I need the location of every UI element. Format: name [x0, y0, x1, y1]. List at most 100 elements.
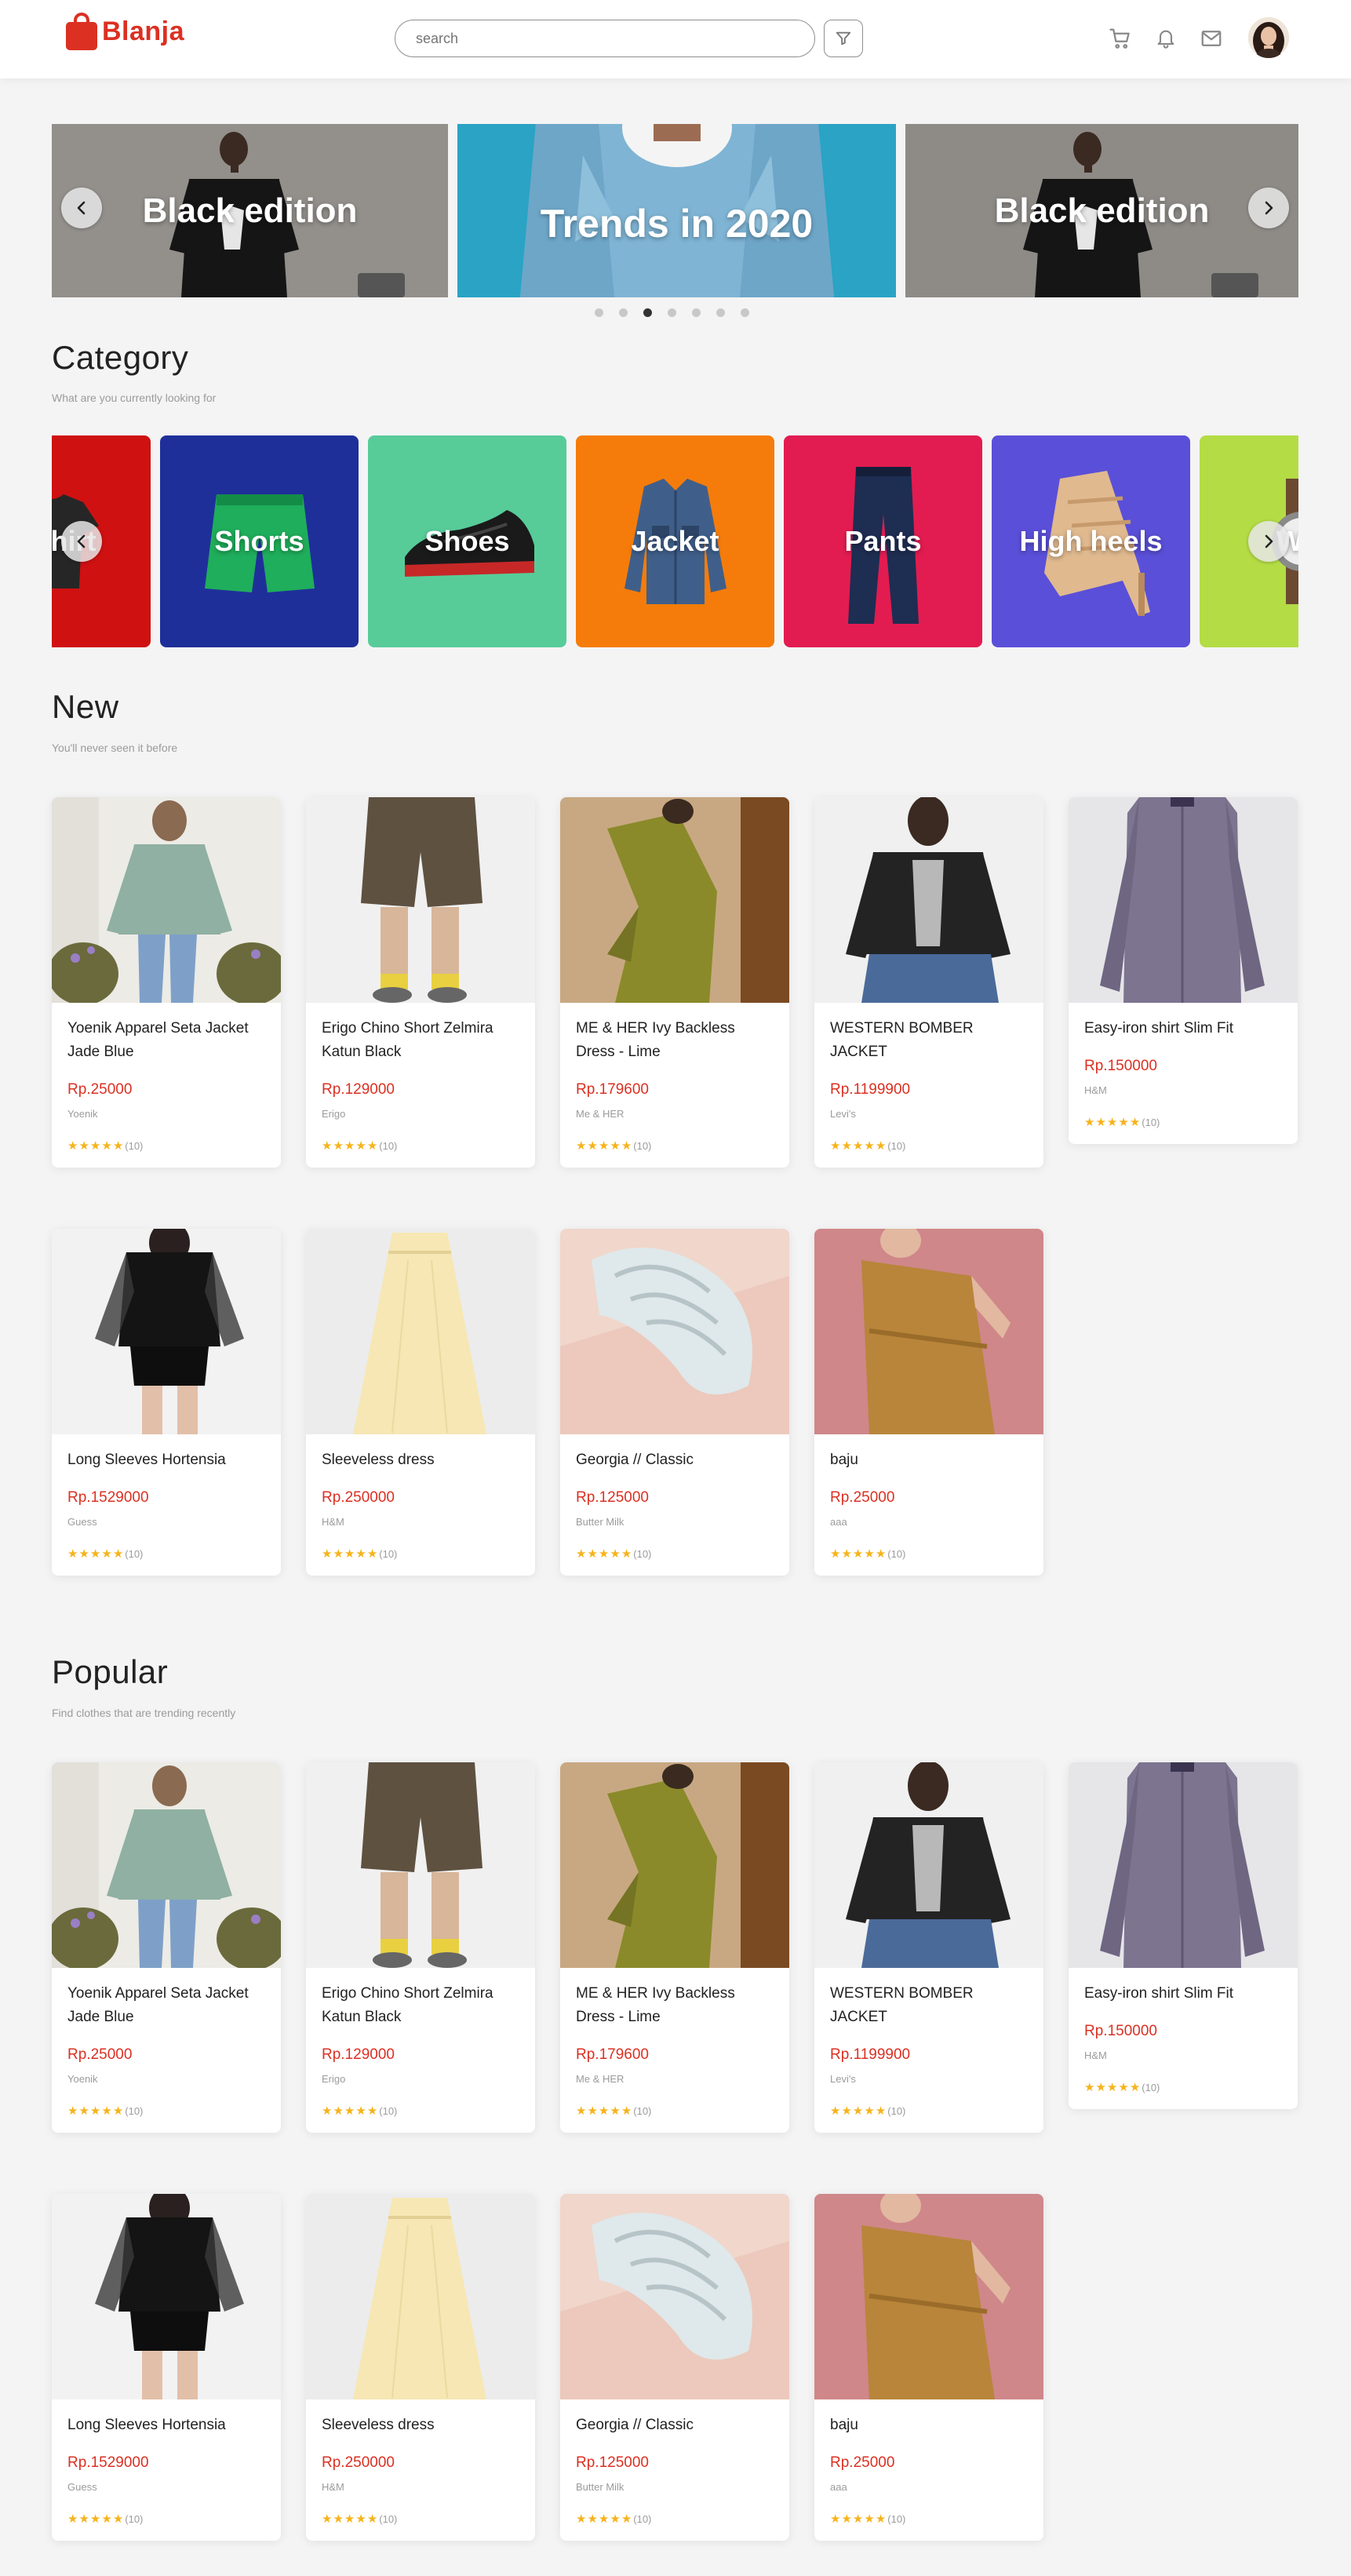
- rating-stars: ★ ★ ★ ★ ★: [1084, 2082, 1140, 2093]
- category-card-high-heels[interactable]: High heels: [992, 435, 1190, 647]
- rating-stars: ★ ★ ★ ★ ★: [830, 2513, 886, 2525]
- product-card[interactable]: Georgia // Classic Rp.125000 Butter Milk ★ ★…: [560, 1229, 789, 1576]
- carousel-dot[interactable]: [668, 308, 676, 317]
- category-card-shoes[interactable]: Shoes: [368, 435, 566, 647]
- product-name[interactable]: Easy-iron shirt Slim Fit: [1084, 1982, 1282, 2006]
- star-icon: ★: [366, 1547, 378, 1561]
- carousel-slide[interactable]: Black edition: [52, 124, 448, 297]
- product-name[interactable]: baju: [830, 2414, 1028, 2437]
- product-image[interactable]: [306, 1229, 535, 1434]
- navbar: Blanja: [0, 0, 1351, 78]
- carousel-dot[interactable]: [619, 308, 628, 317]
- product-image[interactable]: [306, 797, 535, 1003]
- carousel-dot-active[interactable]: [643, 308, 652, 317]
- carousel-dot[interactable]: [741, 308, 749, 317]
- review-count: (10): [125, 2513, 144, 2525]
- notification-button[interactable]: [1152, 24, 1180, 53]
- filter-button[interactable]: [824, 20, 863, 57]
- product-card[interactable]: Sleeveless dress Rp.250000 H&M ★ ★ ★ ★ ★ (10): [306, 2194, 535, 2541]
- carousel-dot[interactable]: [692, 308, 701, 317]
- product-image[interactable]: [52, 797, 281, 1003]
- product-name[interactable]: WESTERN BOMBER JACKET: [830, 1017, 1028, 1064]
- carousel-prev-button[interactable]: [61, 188, 102, 228]
- carousel-next-button[interactable]: [1248, 188, 1289, 228]
- product-card[interactable]: Easy-iron shirt Slim Fit Rp.150000 H&M ★ ★ ★ ★…: [1069, 797, 1298, 1144]
- star-icon: ★: [841, 2104, 852, 2118]
- product-image[interactable]: [560, 1762, 789, 1968]
- category-card-pants[interactable]: Pants: [784, 435, 982, 647]
- star-icon: ★: [67, 1547, 78, 1561]
- product-card[interactable]: WESTERN BOMBER JACKET Rp.1199900 Levi's ★ ★ ★…: [814, 1762, 1043, 2133]
- product-name[interactable]: WESTERN BOMBER JACKET: [830, 1982, 1028, 2029]
- product-card[interactable]: WESTERN BOMBER JACKET Rp.1199900 Levi's ★ ★ ★…: [814, 797, 1043, 1168]
- category-prev-button[interactable]: [61, 521, 102, 562]
- product-card[interactable]: ME & HER Ivy Backless Dress - Lime Rp.179…: [560, 1762, 789, 2133]
- product-card[interactable]: Sleeveless dress Rp.250000 H&M ★ ★ ★ ★ ★ (10): [306, 1229, 535, 1576]
- product-name[interactable]: ME & HER Ivy Backless Dress - Lime: [576, 1982, 774, 2029]
- category-card-shorts[interactable]: Shorts: [160, 435, 359, 647]
- search-input[interactable]: [395, 20, 815, 57]
- product-name[interactable]: Easy-iron shirt Slim Fit: [1084, 1017, 1282, 1040]
- star-icon: ★: [333, 1547, 344, 1561]
- user-avatar[interactable]: [1248, 17, 1289, 58]
- category-card-jacket[interactable]: Jacket: [576, 435, 774, 647]
- product-image[interactable]: [814, 1762, 1043, 1968]
- star-icon: ★: [841, 1139, 852, 1153]
- product-card[interactable]: Erigo Chino Short Zelmira Katun Black Rp.…: [306, 797, 535, 1168]
- star-icon: ★: [101, 2104, 112, 2118]
- product-rating: ★ ★ ★ ★ ★ (10): [67, 2513, 265, 2525]
- product-name[interactable]: Sleeveless dress: [322, 2414, 519, 2437]
- product-name[interactable]: Erigo Chino Short Zelmira Katun Black: [322, 1017, 519, 1064]
- product-name[interactable]: Georgia // Classic: [576, 2414, 774, 2437]
- product-name[interactable]: baju: [830, 1448, 1028, 1472]
- star-icon: ★: [875, 2104, 887, 2118]
- product-card[interactable]: Yoenik Apparel Seta Jacket Jade Blue Rp.2…: [52, 797, 281, 1168]
- product-name[interactable]: Erigo Chino Short Zelmira Katun Black: [322, 1982, 519, 2029]
- carousel-dot[interactable]: [595, 308, 603, 317]
- product-brand: Butter Milk: [576, 2481, 625, 2493]
- product-card[interactable]: baju Rp.25000 aaa ★ ★ ★ ★ ★ (10): [814, 2194, 1043, 2541]
- carousel-dot[interactable]: [716, 308, 725, 317]
- star-icon: ★: [344, 2512, 355, 2526]
- product-name[interactable]: Yoenik Apparel Seta Jacket Jade Blue: [67, 1017, 265, 1064]
- star-icon: ★: [89, 2512, 101, 2526]
- product-card[interactable]: Erigo Chino Short Zelmira Katun Black Rp.…: [306, 1762, 535, 2133]
- rating-stars: ★ ★ ★ ★ ★: [1084, 1117, 1140, 1128]
- product-image[interactable]: [814, 2194, 1043, 2399]
- product-name[interactable]: Yoenik Apparel Seta Jacket Jade Blue: [67, 1982, 265, 2029]
- product-name[interactable]: ME & HER Ivy Backless Dress - Lime: [576, 1017, 774, 1064]
- product-card[interactable]: Easy-iron shirt Slim Fit Rp.150000 H&M ★ ★ ★ ★…: [1069, 1762, 1298, 2109]
- product-image[interactable]: [560, 2194, 789, 2399]
- product-image[interactable]: [306, 2194, 535, 2399]
- product-image[interactable]: [814, 797, 1043, 1003]
- star-icon: ★: [78, 2512, 89, 2526]
- star-icon: ★: [355, 2104, 366, 2118]
- product-image[interactable]: [560, 1229, 789, 1434]
- product-card[interactable]: Long Sleeves Hortensia Rp.1529000 Guess ★ ★ ★…: [52, 2194, 281, 2541]
- product-image[interactable]: [1069, 797, 1298, 1003]
- product-image[interactable]: [52, 1229, 281, 1434]
- review-count: (10): [379, 1140, 398, 1152]
- product-name[interactable]: Georgia // Classic: [576, 1448, 774, 1472]
- star-icon: ★: [355, 1139, 366, 1153]
- product-card[interactable]: ME & HER Ivy Backless Dress - Lime Rp.179…: [560, 797, 789, 1168]
- product-name[interactable]: Long Sleeves Hortensia: [67, 1448, 265, 1472]
- product-card[interactable]: Georgia // Classic Rp.125000 Butter Milk ★ ★…: [560, 2194, 789, 2541]
- product-image[interactable]: [814, 1229, 1043, 1434]
- category-next-button[interactable]: [1248, 521, 1289, 562]
- product-card[interactable]: Long Sleeves Hortensia Rp.1529000 Guess ★ ★ ★…: [52, 1229, 281, 1576]
- mail-button[interactable]: [1197, 24, 1225, 53]
- product-image[interactable]: [52, 2194, 281, 2399]
- brand-logo[interactable]: Blanja: [66, 8, 184, 55]
- carousel-slide[interactable]: Trends in 2020: [457, 124, 896, 297]
- cart-button[interactable]: [1106, 24, 1134, 53]
- product-image[interactable]: [52, 1762, 281, 1968]
- product-name[interactable]: Long Sleeves Hortensia: [67, 2414, 265, 2437]
- product-image[interactable]: [560, 797, 789, 1003]
- product-card[interactable]: baju Rp.25000 aaa ★ ★ ★ ★ ★ (10): [814, 1229, 1043, 1576]
- product-image[interactable]: [1069, 1762, 1298, 1968]
- product-image[interactable]: [306, 1762, 535, 1968]
- product-card[interactable]: Yoenik Apparel Seta Jacket Jade Blue Rp.2…: [52, 1762, 281, 2133]
- product-name[interactable]: Sleeveless dress: [322, 1448, 519, 1472]
- carousel-slide[interactable]: Black edition: [905, 124, 1298, 297]
